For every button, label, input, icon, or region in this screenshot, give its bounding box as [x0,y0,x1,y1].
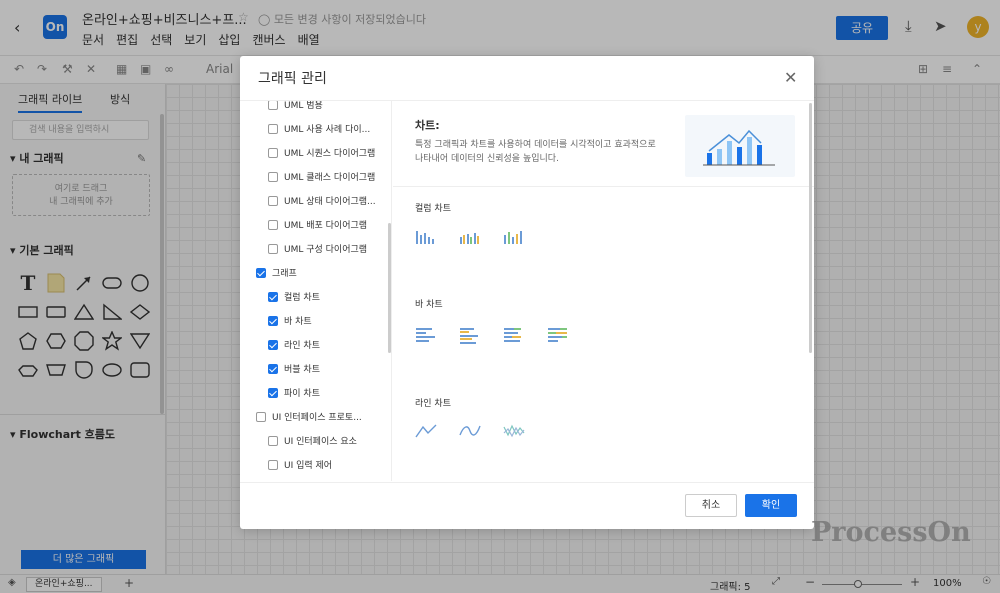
confirm-button[interactable]: 확인 [745,494,797,517]
tree-item[interactable]: UML 시퀀스 다이어그램 [268,146,375,159]
content-description: 특정 그래픽과 차트를 사용하여 데이터를 시각적이고 효과적으로 나타내어 데… [415,140,656,164]
tree-item-ui[interactable]: UI 인터페이스 프로토... [256,410,362,423]
tree-item[interactable]: UI 입력 제어 [268,458,332,471]
tree-item[interactable]: 파이 차트 [268,386,320,399]
graphics-manager-dialog: 그래픽 관리 ✕ UML 범용 UML 사용 사례 다이... UML 시퀀스 … [240,56,814,529]
bar-chart-icon[interactable] [415,327,437,345]
tree-item[interactable]: UML 범용 [268,101,323,111]
stacked-column-chart-icon[interactable] [503,229,525,245]
checkbox[interactable] [256,411,266,422]
category-content: 차트: 특정 그래픽과 차트를 사용하여 데이터를 시각적이고 효과적으로 나타… [393,101,814,481]
checkbox[interactable] [268,101,278,110]
tree-item[interactable]: 버블 차트 [268,362,320,375]
checkbox[interactable] [268,435,278,446]
stacked-bar-chart-icon[interactable] [503,327,525,345]
checkbox[interactable] [268,171,278,182]
divider [240,482,814,483]
tree-item[interactable]: 바 차트 [268,314,312,327]
checkbox[interactable] [268,195,278,206]
tree-scrollbar[interactable] [388,223,391,353]
close-icon[interactable]: ✕ [784,68,797,87]
content-scrollbar[interactable] [809,103,812,353]
checkbox-checked[interactable] [256,267,266,278]
category-bar-chart: 바 차트 [415,300,443,310]
checkbox-checked[interactable] [268,315,278,326]
tree-item[interactable]: UML 상태 다이어그램... [268,194,376,207]
checkbox[interactable] [268,123,278,134]
smooth-line-chart-icon[interactable] [459,423,481,439]
content-title: 차트: [415,119,440,132]
checkbox[interactable] [268,243,278,254]
checkbox-checked[interactable] [268,291,278,302]
tree-item[interactable]: UML 배포 다이어그램 [268,218,367,231]
multi-line-chart-icon[interactable] [503,423,525,439]
line-chart-icon[interactable] [415,423,437,439]
column-chart-icon[interactable] [415,229,437,245]
category-tree: UML 범용 UML 사용 사례 다이... UML 시퀀스 다이어그램 UML… [240,101,392,481]
grouped-column-chart-icon[interactable] [459,229,481,245]
tree-item[interactable]: 라인 차트 [268,338,320,351]
checkbox[interactable] [268,459,278,470]
tree-item[interactable]: UI 인터페이스 요소 [268,434,357,447]
dialog-title: 그래픽 관리 [258,71,327,87]
chart-preview-image [685,115,795,177]
category-line-chart: 라인 차트 [415,399,451,409]
checkbox[interactable] [268,219,278,230]
tree-item[interactable]: 컬럼 차트 [268,290,320,303]
tree-item[interactable]: UML 사용 사례 다이... [268,122,370,135]
category-column-chart: 컬럼 차트 [415,204,451,214]
checkbox-checked[interactable] [268,363,278,374]
grouped-bar-chart-icon[interactable] [459,327,481,345]
tree-item-graph[interactable]: 그래프 [256,266,297,279]
checkbox[interactable] [268,147,278,158]
cancel-button[interactable]: 취소 [685,494,737,517]
percent-bar-chart-icon[interactable] [547,327,569,345]
tree-item[interactable]: UML 구성 다이어그램 [268,242,367,255]
tree-item[interactable]: UML 클래스 다이어그램 [268,170,375,183]
checkbox-checked[interactable] [268,387,278,398]
divider [393,186,814,187]
watermark-logo: ProcessOn [811,517,971,548]
checkbox-checked[interactable] [268,339,278,350]
